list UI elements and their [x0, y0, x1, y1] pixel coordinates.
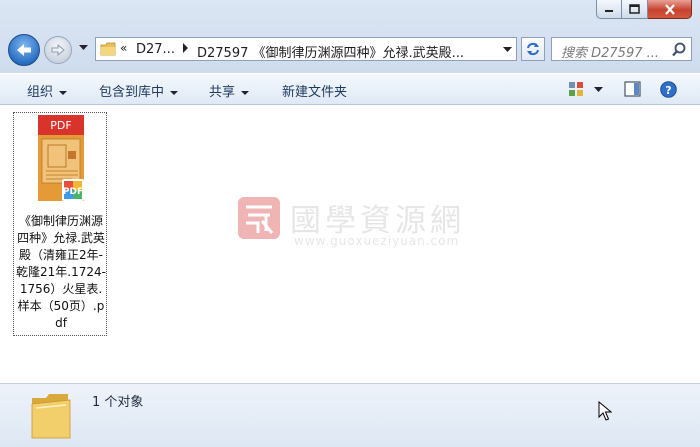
share-label: 共享 — [209, 85, 236, 100]
organize-menu[interactable]: 组织 — [27, 81, 68, 100]
search-icon[interactable] — [672, 42, 686, 57]
svg-text:?: ? — [665, 84, 671, 97]
search-placeholder: 搜索 D27597 ... — [561, 46, 660, 61]
watermark-url: www.guoxueziyuan.com — [294, 234, 460, 248]
close-button[interactable] — [648, 0, 692, 19]
refresh-icon — [527, 42, 539, 56]
svg-text:PDF: PDF — [63, 187, 83, 197]
file-item[interactable]: PDF PDF 《御制律历渊源四种》允禄.武英殿（清雍正2年-乾隆21年.172… — [13, 112, 107, 336]
maximize-icon — [629, 4, 640, 14]
help-icon[interactable]: ? — [660, 81, 677, 98]
change-view-icon[interactable] — [568, 81, 584, 97]
status-bar: 1 个对象 — [0, 383, 700, 447]
explorer-window: « D27... D27597 《御制律历渊源四种》允禄.武英殿... 搜索 D… — [0, 0, 700, 447]
share-menu[interactable]: 共享 — [209, 81, 250, 100]
watermark: 國學資源網 www.guoxueziyuan.com — [236, 193, 476, 253]
breadcrumb-overflow-chevron[interactable]: « — [120, 41, 127, 55]
include-in-library-label: 包含到库中 — [99, 85, 165, 100]
organize-label: 组织 — [27, 85, 54, 100]
pdf-badge-text: PDF — [50, 119, 71, 132]
new-folder-button[interactable]: 新建文件夹 — [282, 81, 347, 100]
command-toolbar: 组织 包含到库中 共享 新建文件夹 ? — [0, 73, 700, 105]
maximize-button[interactable] — [622, 0, 648, 19]
include-in-library-menu[interactable]: 包含到库中 — [99, 81, 179, 100]
back-arrow-icon — [17, 44, 31, 56]
breadcrumb-chevron-right-icon[interactable] — [183, 43, 189, 53]
organize-caret-icon — [59, 90, 68, 95]
forward-button[interactable] — [44, 36, 72, 64]
forward-arrow-icon — [51, 43, 65, 57]
folder-large-icon — [31, 394, 71, 439]
address-bar[interactable]: « D27... D27597 《御制律历渊源四种》允禄.武英殿... — [95, 37, 517, 61]
file-list-area[interactable]: PDF PDF 《御制律历渊源四种》允禄.武英殿（清雍正2年-乾隆21年.172… — [0, 105, 700, 383]
mouse-cursor-icon — [598, 401, 612, 421]
preview-pane-icon[interactable] — [624, 81, 641, 97]
recent-pages-chevron-down-icon[interactable] — [79, 45, 88, 51]
pdf-file-icon: PDF PDF — [38, 115, 84, 201]
file-name: 《御制律历渊源四种》允禄.武英殿（清雍正2年-乾隆21年.1724-1756）火… — [16, 214, 106, 330]
window-controls — [596, 0, 692, 22]
address-history-chevron-down-icon[interactable] — [503, 47, 512, 53]
seal-logo-icon — [238, 197, 280, 239]
include-library-caret-icon — [170, 90, 179, 95]
back-button[interactable] — [8, 34, 40, 66]
refresh-button[interactable] — [521, 37, 545, 61]
breadcrumb-item-parent[interactable]: D27... — [136, 42, 175, 57]
share-caret-icon — [241, 90, 250, 95]
close-icon — [664, 3, 675, 15]
breadcrumb-item-current[interactable]: D27597 《御制律历渊源四种》允禄.武英殿... — [197, 42, 464, 61]
minimize-button[interactable] — [596, 0, 622, 19]
search-box[interactable]: 搜索 D27597 ... — [551, 37, 692, 61]
folder-icon — [100, 42, 116, 56]
item-count: 1 个对象 — [92, 395, 144, 410]
view-options-chevron-down-icon[interactable] — [594, 87, 603, 93]
minimize-icon — [605, 10, 613, 12]
navigation-bar: « D27... D27597 《御制律历渊源四种》允禄.武英殿... 搜索 D… — [0, 33, 700, 67]
